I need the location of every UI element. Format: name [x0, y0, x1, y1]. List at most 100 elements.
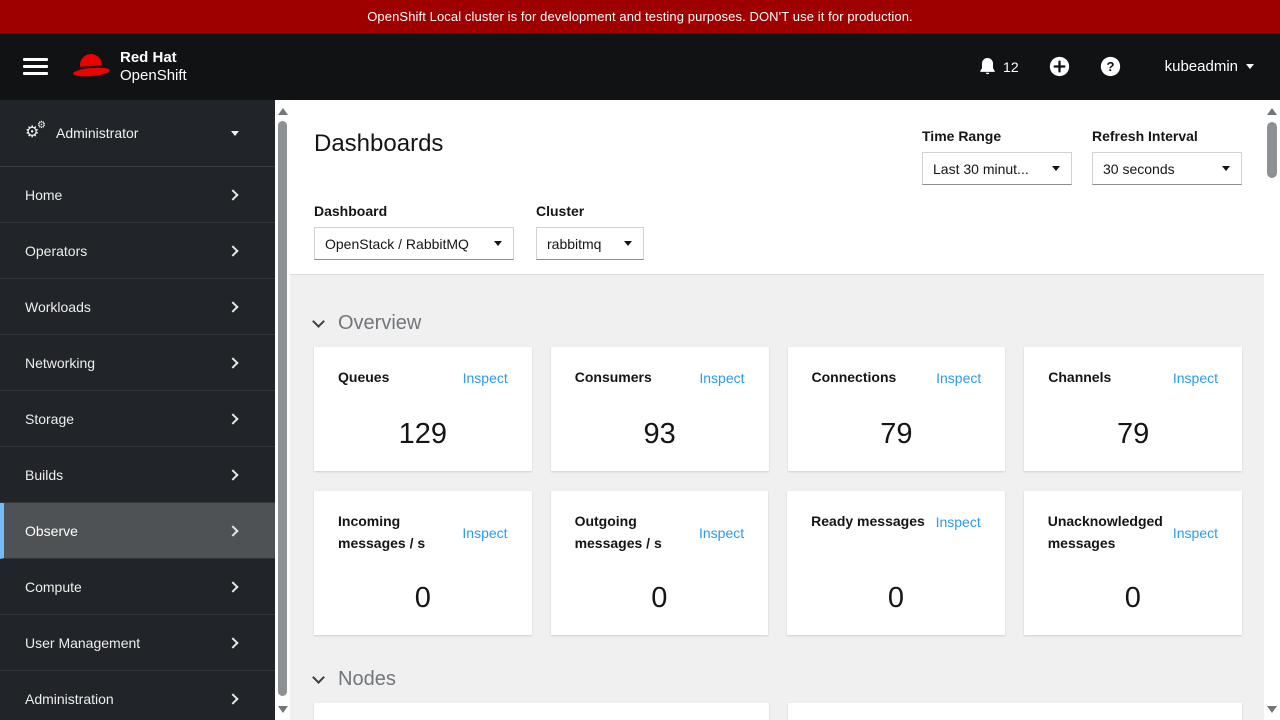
inspect-link[interactable]: Inspect	[936, 514, 981, 530]
card-title: Channels	[1048, 369, 1112, 385]
plus-circle-icon	[1049, 56, 1069, 77]
svg-text:?: ?	[1106, 59, 1114, 74]
card-title: Incoming messages / s	[338, 513, 426, 551]
scroll-up-arrow-icon[interactable]	[277, 108, 288, 115]
username: kubeadmin	[1164, 58, 1238, 75]
sidebar-item-label: Observe	[25, 522, 78, 539]
dashboard-label: Dashboard	[314, 203, 388, 219]
chevron-right-icon	[227, 468, 239, 481]
sidebar-item-compute[interactable]: Compute	[0, 559, 275, 615]
inspect-link[interactable]: Inspect	[462, 525, 507, 541]
inspect-link[interactable]: Inspect	[699, 370, 744, 386]
inspect-link[interactable]: Inspect	[1173, 370, 1218, 386]
card-title: Unacknowledged messages	[1047, 513, 1163, 551]
scrollbar-thumb[interactable]	[1267, 122, 1277, 178]
overview-card-row: Queues Inspect 129 Consumers Inspect 93	[314, 347, 1242, 471]
card-value: 0	[414, 582, 431, 614]
chevron-right-icon	[227, 412, 239, 425]
page-title: Dashboards	[314, 130, 444, 157]
bell-icon	[980, 58, 995, 75]
chevron-right-icon	[227, 300, 239, 313]
perspective-switcher[interactable]: Administrator	[0, 100, 275, 167]
card-title: Connections	[811, 369, 897, 385]
content-scrollbar[interactable]	[275, 100, 290, 720]
inspect-link[interactable]: Inspect	[1173, 525, 1218, 541]
chevron-right-icon	[227, 636, 239, 649]
caret-down-icon	[1246, 64, 1254, 69]
sidebar-item-administration[interactable]: Administration	[0, 671, 275, 720]
sidebar-item-label: Builds	[25, 466, 64, 483]
help-button[interactable]: ?	[1100, 56, 1121, 77]
brand-text: Red Hat OpenShift	[120, 49, 187, 85]
masthead-utilities: 12 ? kubeadmin	[979, 56, 1254, 77]
sidebar-item-user-management[interactable]: User Management	[0, 615, 275, 671]
sidebar-item-label: Operators	[25, 242, 88, 259]
sidebar-item-label: Home	[25, 186, 63, 203]
card-incoming-messages: Incoming messages / s Inspect 0	[314, 491, 532, 635]
sidebar-item-label: Workloads	[25, 298, 91, 315]
cluster-select[interactable]: rabbitmq	[536, 227, 644, 260]
cogs-icon	[25, 121, 46, 141]
dashboard-body: Overview Queues Inspect 129 Consumers In…	[290, 275, 1264, 720]
hamburger-menu-icon[interactable]	[23, 54, 48, 79]
chevron-right-icon	[227, 580, 239, 593]
node-card	[314, 703, 769, 720]
chevron-right-icon	[227, 524, 239, 537]
card-unacknowledged-messages: Unacknowledged messages Inspect 0	[1023, 491, 1242, 635]
sidebar-item-label: Storage	[25, 410, 75, 427]
scrollbar-thumb[interactable]	[278, 121, 287, 696]
caret-down-icon	[1222, 166, 1230, 171]
sidebar-item-workloads[interactable]: Workloads	[0, 279, 275, 335]
refresh-interval-value: 30 seconds	[1103, 160, 1175, 177]
sidebar-item-builds[interactable]: Builds	[0, 447, 275, 503]
dashboard-select[interactable]: OpenStack / RabbitMQ	[314, 227, 514, 260]
card-value: 0	[651, 582, 668, 614]
cluster-value: rabbitmq	[547, 235, 602, 252]
card-queues: Queues Inspect 129	[314, 347, 532, 471]
sidebar-item-operators[interactable]: Operators	[0, 223, 275, 279]
quick-create-button[interactable]	[1049, 56, 1070, 77]
sidebar-item-label: User Management	[25, 634, 141, 651]
card-channels: Channels Inspect 79	[1024, 347, 1242, 471]
card-title: Ready messages	[811, 513, 925, 529]
card-outgoing-messages: Outgoing messages / s Inspect 0	[550, 491, 769, 635]
sidebar-item-networking[interactable]: Networking	[0, 335, 275, 391]
sidebar-item-home[interactable]: Home	[0, 167, 275, 223]
card-value: 79	[880, 418, 913, 450]
inspect-link[interactable]: Inspect	[699, 525, 744, 541]
card-consumers: Consumers Inspect 93	[550, 347, 769, 471]
sidebar-item-observe[interactable]: Observe	[0, 503, 275, 559]
scroll-up-arrow-icon[interactable]	[1267, 108, 1277, 115]
dashboard-value: OpenStack / RabbitMQ	[325, 235, 469, 252]
refresh-interval-select[interactable]: 30 seconds	[1092, 152, 1242, 185]
inspect-link[interactable]: Inspect	[936, 370, 981, 386]
caret-down-icon	[494, 241, 502, 246]
caret-down-icon	[1052, 166, 1060, 171]
overview-card-row: Incoming messages / s Inspect 0 Outgoing…	[314, 491, 1242, 635]
page-scrollbar[interactable]	[1264, 100, 1280, 720]
sidebar-item-label: Administration	[25, 690, 114, 707]
sidebar-item-label: Compute	[25, 578, 82, 595]
user-dropdown[interactable]: kubeadmin	[1165, 58, 1254, 75]
card-title: Consumers	[574, 369, 652, 385]
chevron-down-icon[interactable]	[312, 315, 325, 328]
chevron-down-icon[interactable]	[312, 671, 325, 684]
card-ready-messages: Ready messages Inspect 0	[787, 491, 1005, 635]
node-card	[787, 703, 1242, 720]
time-range-select[interactable]: Last 30 minut...	[922, 152, 1072, 185]
refresh-interval-label: Refresh Interval	[1092, 128, 1198, 144]
scroll-down-arrow-icon[interactable]	[1267, 706, 1277, 713]
masthead: Red Hat OpenShift 12 ? kubeadmin	[0, 33, 1280, 100]
brand-line2: OpenShift	[120, 66, 187, 84]
card-title: Queues	[338, 369, 390, 385]
notifications-button[interactable]: 12	[979, 57, 1019, 76]
brand-line1: Red Hat	[120, 48, 177, 66]
redhat-openshift-logo[interactable]: Red Hat OpenShift	[72, 49, 187, 85]
inspect-link[interactable]: Inspect	[463, 370, 508, 386]
sidebar-item-storage[interactable]: Storage	[0, 391, 275, 447]
scroll-down-arrow-icon[interactable]	[277, 706, 288, 713]
cluster-warning-banner: OpenShift Local cluster is for developme…	[0, 0, 1280, 33]
card-connections: Connections Inspect 79	[787, 347, 1006, 471]
notification-count: 12	[1003, 58, 1019, 75]
nodes-card-row	[314, 703, 1242, 720]
